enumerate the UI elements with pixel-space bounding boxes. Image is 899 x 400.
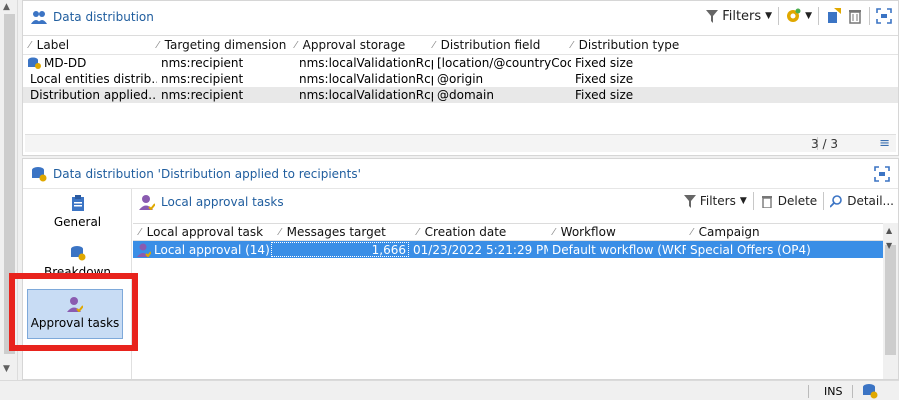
separator [852,385,853,398]
actions-button[interactable]: ▼ [785,8,812,24]
users-icon [31,11,47,24]
maximize-icon[interactable] [876,8,892,24]
column-header-label[interactable]: ⁄ Label [23,36,151,54]
scroll-up-icon[interactable]: ▲ [3,2,10,12]
column-header-creation-date[interactable]: ⁄ Creation date [411,224,547,240]
approver-icon [139,195,155,210]
column-header-messages-target[interactable]: ⁄ Messages target [273,224,411,240]
nav-general[interactable]: General [23,195,132,229]
trash-icon[interactable] [847,8,863,24]
tasks-scrollbar[interactable]: ▲ ▼ [883,223,898,379]
table-row[interactable]: MD-DD nms:recipient nms:localValidationR… [23,55,898,71]
distribution-detail-panel: Data distribution 'Distribution applied … [22,158,899,380]
separator [808,385,809,398]
column-header-workflow[interactable]: ⁄ Workflow [547,224,685,240]
column-header-distribution-type[interactable]: ⁄ Distribution type [565,36,705,54]
filter-icon [683,194,696,208]
panel-title: Data distribution [53,10,154,24]
top-toolbar: Filters ▼ ▼ [706,7,892,25]
table-row-selected[interactable]: Local approval (14) 1,666 01/23/2022 5:2… [133,241,883,258]
filters-button[interactable]: Filters ▼ [683,194,747,208]
tasks-grid-header: ⁄ Local approval task ⁄ Messages target ⁄ C… [133,223,883,241]
detail-title: Data distribution 'Distribution applied … [53,166,361,181]
separator [778,7,780,25]
distribution-icon [28,57,41,69]
clipboard-icon [71,195,84,211]
data-distribution-panel: Data distribution Filters ▼ ▼ ⁄ Label ⁄ Ta… [22,0,899,156]
new-item-icon[interactable] [825,8,841,24]
separator [869,7,870,25]
status-bar: INS [0,380,899,400]
separator [752,192,754,210]
column-header-campaign[interactable]: ⁄ Campaign [685,224,865,240]
scrollbar-thumb[interactable] [885,245,896,355]
gear-icon [787,8,801,22]
record-count: 3 / 3 [811,137,838,151]
trash-icon [761,196,772,208]
grid-footer: 3 / 3 ≡ [25,134,896,152]
column-header-targeting-dimension[interactable]: ⁄ Targeting dimension [151,36,289,54]
separator [823,192,825,210]
database-icon[interactable] [862,383,878,399]
scroll-up-icon[interactable]: ▲ [886,226,892,235]
tasks-toolbar: Filters ▼ Delete Detail... [683,192,894,210]
column-header-distribution-field[interactable]: ⁄ Distribution field [427,36,565,54]
tasks-title: Local approval tasks [161,195,284,209]
scroll-down-icon[interactable]: ▼ [886,241,892,250]
top-grid-header: ⁄ Label ⁄ Targeting dimension ⁄ Approval st… [23,35,898,55]
table-row[interactable]: Local entities distrib… nms:recipient nm… [23,71,898,87]
filter-icon [706,9,719,23]
insert-mode-indicator: INS [824,385,843,398]
table-row-selected[interactable]: Distribution applied… nms:recipient nms:… [23,87,898,103]
scroll-down-icon[interactable]: ▼ [3,364,10,374]
detail-header: Data distribution 'Distribution applied … [23,159,898,189]
highlight-box [9,273,138,351]
menu-icon[interactable]: ≡ [879,136,890,151]
filters-button[interactable]: Filters ▼ [706,9,772,24]
maximize-icon[interactable] [874,166,890,182]
delete-button[interactable]: Delete [760,194,817,208]
distribution-icon [70,246,85,261]
detail-button[interactable]: Detail... [830,194,894,208]
column-header-local-approval-task[interactable]: ⁄ Local approval task [133,224,273,240]
search-icon [830,194,843,208]
separator [818,7,819,25]
approver-icon [137,243,151,257]
approval-tasks-view: Local approval tasks Filters ▼ Delete De… [133,189,898,379]
distribution-icon [32,166,47,181]
column-header-approval-storage[interactable]: ⁄ Approval storage [289,36,427,54]
